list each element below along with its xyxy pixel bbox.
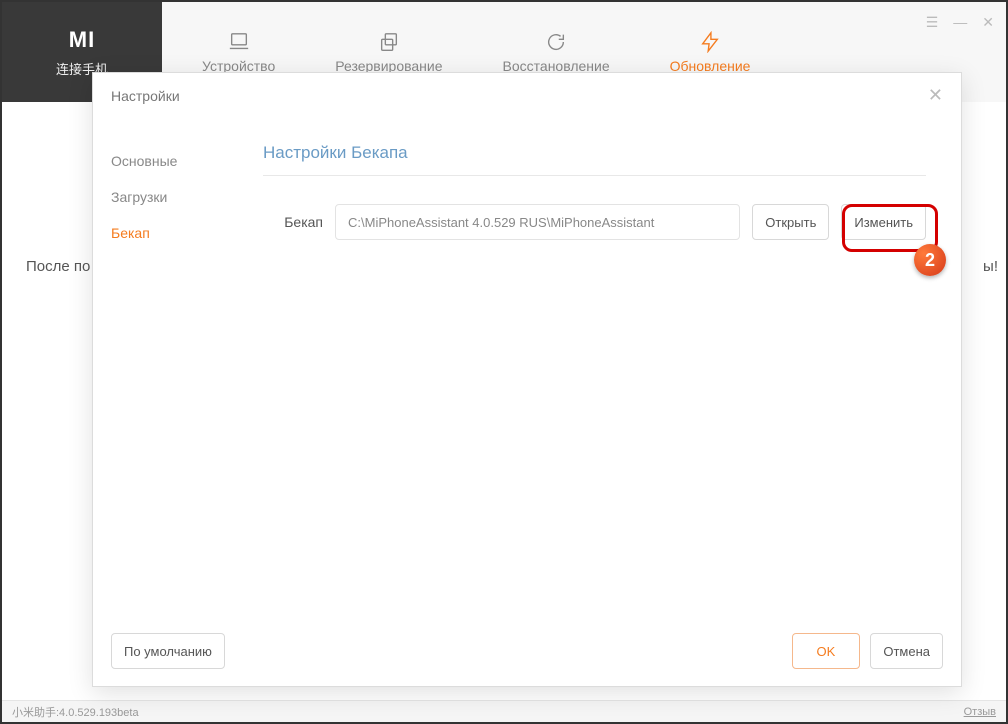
backup-path-row: Бекап Открыть Изменить (263, 204, 926, 240)
defaults-button[interactable]: По умолчанию (111, 633, 225, 669)
device-icon (228, 31, 250, 53)
status-review-link[interactable]: Отзыв (964, 706, 996, 718)
modal-titlebar: Настройки ✕ (93, 73, 961, 118)
bg-text-right: ы! (983, 258, 998, 275)
close-icon[interactable]: ✕ (982, 14, 994, 31)
modal-sidebar: Основные Загрузки Бекап (93, 118, 263, 624)
backup-label: Бекап (263, 214, 323, 230)
nav-update[interactable]: Обновление (670, 31, 751, 74)
section-title: Настройки Бекапа (263, 143, 926, 163)
sidebar-item-main[interactable]: Основные (111, 143, 263, 179)
settings-modal: Настройки ✕ Основные Загрузки Бекап Наст… (92, 72, 962, 687)
divider (263, 175, 926, 176)
modal-close-icon[interactable]: ✕ (928, 85, 943, 106)
menu-icon[interactable]: ☰ (926, 14, 939, 31)
restore-icon (545, 31, 567, 53)
change-button[interactable]: Изменить (841, 204, 926, 240)
status-version: 小米助手:4.0.529.193beta (12, 704, 139, 720)
sidebar-item-downloads[interactable]: Загрузки (111, 179, 263, 215)
nav-backup[interactable]: Резервирование (335, 31, 442, 74)
modal-main: Настройки Бекапа Бекап Открыть Изменить (263, 118, 961, 624)
status-bar: 小米助手:4.0.529.193beta Отзыв (2, 700, 1006, 722)
cancel-button[interactable]: Отмена (870, 633, 943, 669)
modal-footer: По умолчанию OK Отмена (93, 624, 961, 686)
window-controls: ☰ — ✕ (926, 14, 994, 31)
sidebar-item-backup[interactable]: Бекап (111, 215, 263, 251)
open-button[interactable]: Открыть (752, 204, 829, 240)
nav-restore[interactable]: Восстановление (503, 31, 610, 74)
copy-icon (378, 31, 400, 53)
brand-logo: MI (69, 27, 95, 53)
bg-text-left: После по (26, 258, 90, 275)
modal-title: Настройки (111, 88, 180, 104)
backup-path-input[interactable] (335, 204, 740, 240)
ok-button[interactable]: OK (792, 633, 861, 669)
bolt-icon (699, 31, 721, 53)
minimize-icon[interactable]: — (953, 14, 967, 31)
nav-device[interactable]: Устройство (202, 31, 275, 74)
